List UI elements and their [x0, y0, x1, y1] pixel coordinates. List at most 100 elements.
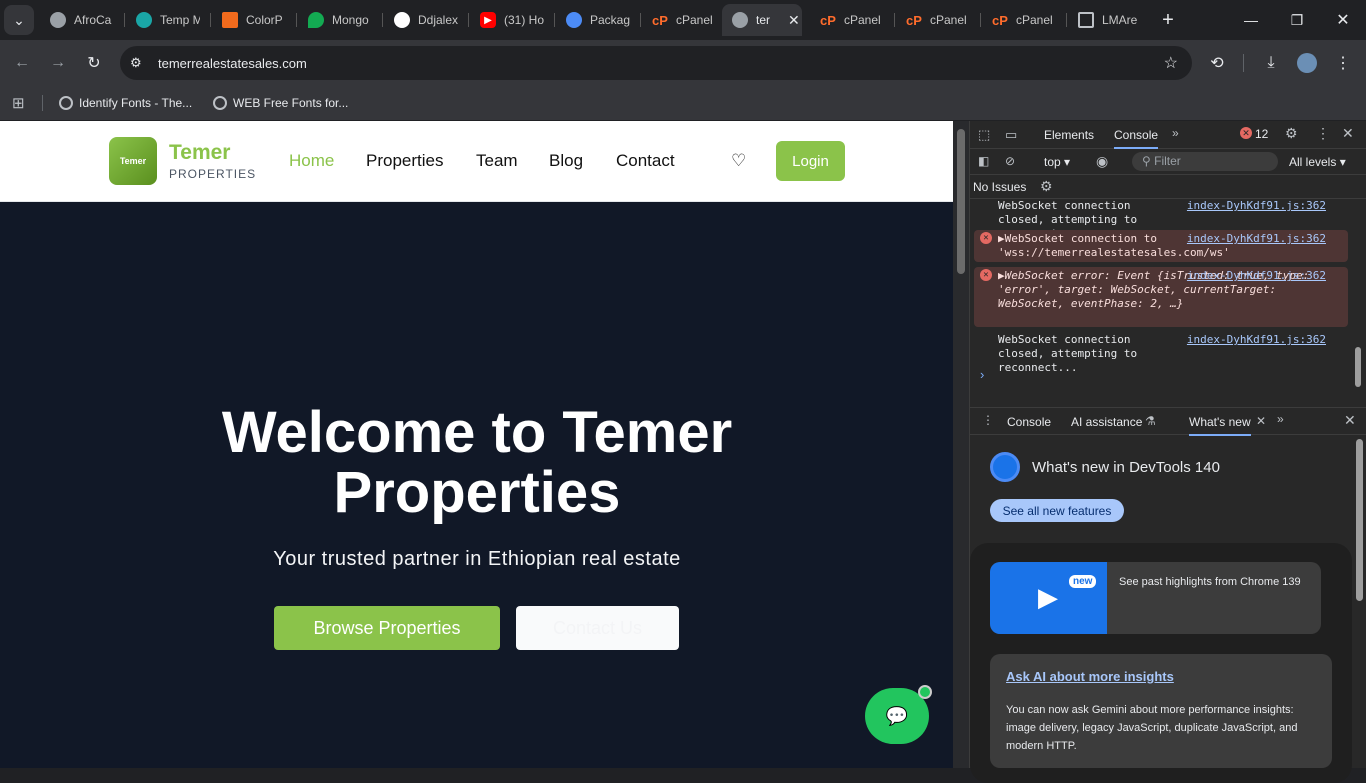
table-icon	[1078, 12, 1094, 28]
ai-insights-link[interactable]: Ask AI about more insights	[1006, 669, 1174, 684]
browser-tab-active[interactable]: ter ✕	[722, 4, 802, 36]
live-expression-eye-icon[interactable]: ◉	[1096, 153, 1108, 170]
console-scrollbar[interactable]	[1353, 205, 1363, 395]
highlights-card[interactable]: ▶ new See past highlights from Chrome 13…	[990, 562, 1321, 634]
console-message[interactable]: index-DyhKdf91.js:362 WebSocket connecti…	[974, 199, 1348, 240]
restore-button[interactable]: ❐	[1274, 0, 1320, 40]
log-levels-dropdown[interactable]: All levels ▾	[1289, 155, 1346, 169]
nav-properties[interactable]: Properties	[366, 151, 443, 171]
tab-console[interactable]: Console	[1114, 128, 1159, 149]
error-count[interactable]: 12	[1255, 127, 1268, 141]
scrollbar-thumb[interactable]	[1356, 439, 1363, 601]
bookmark-item[interactable]: WEB Free Fonts for...	[213, 93, 348, 113]
more-vertical-icon[interactable]: ⋮	[1316, 125, 1330, 142]
more-tabs-icon[interactable]: »	[1277, 412, 1284, 426]
scrollbar-thumb[interactable]	[1355, 347, 1361, 387]
downloads-button[interactable]: ⤓	[1258, 50, 1284, 76]
console-message[interactable]: index-DyhKdf91.js:362 WebSocket connecti…	[974, 333, 1348, 374]
apps-button[interactable]: ⊞	[12, 93, 25, 113]
issues-status[interactable]: No Issues	[973, 180, 1026, 194]
favorites-heart-icon[interactable]: ♡	[731, 151, 746, 171]
browser-tab[interactable]: ▶ (31) Ho	[470, 4, 554, 36]
globe-icon	[50, 12, 66, 28]
contact-us-button[interactable]: Contact Us	[516, 606, 679, 650]
device-toolbar-icon[interactable]: ▭	[1005, 127, 1017, 143]
site-info-icon[interactable]: ⚙	[130, 55, 146, 71]
brand-name[interactable]: Temer	[169, 141, 230, 165]
browser-tab[interactable]: ColorP	[212, 4, 296, 36]
console-prompt-icon[interactable]: ›	[980, 367, 984, 382]
browser-tab[interactable]: Ddjalex	[384, 4, 468, 36]
close-tab-icon[interactable]: ✕	[788, 12, 800, 29]
chat-status-dot	[918, 685, 932, 699]
nav-contact[interactable]: Contact	[616, 151, 675, 171]
play-icon: ▶	[1038, 582, 1058, 612]
login-button[interactable]: Login	[776, 141, 845, 181]
see-all-features-button[interactable]: See all new features	[990, 499, 1124, 522]
close-window-button[interactable]: ✕	[1320, 0, 1366, 40]
drawer-tab-ai-assistance[interactable]: AI assistance	[1071, 415, 1142, 429]
browser-tab[interactable]: cP cPanel	[642, 4, 722, 36]
tab-search-button[interactable]: ⌄	[4, 5, 34, 35]
colorpicker-icon	[222, 12, 238, 28]
inspect-element-icon[interactable]: ⬚	[978, 127, 990, 143]
menu-button[interactable]: ⋮	[1330, 50, 1356, 76]
log-source-link[interactable]: index-DyhKdf91.js:362	[1187, 232, 1326, 246]
browser-tab-bar: ⌄ AfroCa Temp M ColorP Mongo Ddjalex ▶ (3…	[0, 0, 1366, 40]
reload-icon: ↻	[87, 55, 101, 72]
toolbar-divider	[1243, 54, 1244, 72]
arrow-left-icon: ←	[14, 54, 30, 71]
log-source-link[interactable]: index-DyhKdf91.js:362	[1187, 199, 1326, 213]
browser-tab[interactable]: cP cPanel	[982, 4, 1066, 36]
log-source-link[interactable]: index-DyhKdf91.js:362	[1187, 269, 1326, 283]
minimize-button[interactable]: —	[1228, 0, 1274, 40]
forward-button[interactable]: →	[45, 50, 71, 76]
apps-grid-icon: ⊞	[12, 95, 25, 112]
close-tab-icon[interactable]: ✕	[1256, 414, 1266, 428]
log-source-link[interactable]: index-DyhKdf91.js:362	[1187, 333, 1326, 347]
drawer-tab-whats-new[interactable]: What's new	[1189, 415, 1251, 436]
browser-tab[interactable]: cP cPanel	[896, 4, 980, 36]
browser-tab[interactable]: LMAre	[1068, 4, 1152, 36]
tab-elements[interactable]: Elements	[1044, 128, 1094, 142]
scrollbar-thumb[interactable]	[957, 129, 965, 274]
drawer-menu-icon[interactable]: ⋮	[982, 413, 994, 427]
browser-tab[interactable]: AfroCa	[40, 4, 124, 36]
console-settings-gear-icon[interactable]: ⚙	[1040, 178, 1053, 195]
site-logo[interactable]: Temer	[109, 137, 157, 185]
more-tabs-icon[interactable]: »	[1172, 126, 1179, 140]
console-filter-input[interactable]: ⚲ Filter	[1132, 152, 1278, 171]
browser-tab[interactable]: cP cPanel	[810, 4, 894, 36]
browse-properties-button[interactable]: Browse Properties	[274, 606, 500, 650]
tab-separator	[1066, 13, 1067, 27]
close-devtools-icon[interactable]: ✕	[1342, 125, 1354, 142]
browser-tab[interactable]: Temp M	[126, 4, 210, 36]
nav-home[interactable]: Home	[289, 151, 334, 171]
console-error-message[interactable]: ✕ index-DyhKdf91.js:362 ▶WebSocket error…	[974, 267, 1348, 327]
avatar	[1297, 53, 1317, 73]
new-tab-button[interactable]: +	[1145, 0, 1191, 40]
tab-separator	[980, 13, 981, 27]
page-scrollbar[interactable]	[953, 121, 969, 768]
settings-gear-icon[interactable]: ⚙	[1285, 125, 1298, 142]
nav-blog[interactable]: Blog	[549, 151, 583, 171]
address-bar[interactable]: ⚙ temerrealestatesales.com ☆	[120, 46, 1192, 80]
profile-button[interactable]	[1294, 50, 1320, 76]
back-button[interactable]: ←	[9, 50, 35, 76]
browser-tab[interactable]: Packag	[556, 4, 640, 36]
drawer-scrollbar[interactable]	[1351, 435, 1366, 768]
reload-button[interactable]: ↻	[81, 50, 107, 76]
console-error-message[interactable]: ✕ index-DyhKdf91.js:362 ▶WebSocket conne…	[974, 230, 1348, 262]
nav-team[interactable]: Team	[476, 151, 518, 171]
bookmark-item[interactable]: Identify Fonts - The...	[59, 93, 192, 113]
close-drawer-icon[interactable]: ✕	[1344, 412, 1356, 429]
drawer-tab-console[interactable]: Console	[1007, 415, 1051, 429]
url-text[interactable]: temerrealestatesales.com	[158, 56, 307, 71]
bookmark-star-icon[interactable]: ☆	[1164, 53, 1178, 73]
sidebar-toggle-icon[interactable]: ◧	[978, 154, 989, 168]
browser-tab[interactable]: Mongo	[298, 4, 382, 36]
clear-console-icon[interactable]: ⊘	[1005, 154, 1015, 168]
history-button[interactable]: ⟲	[1204, 50, 1230, 76]
context-selector[interactable]: top ▾	[1044, 155, 1070, 169]
devtools-tab-bar: ⬚ ▭ Elements Console » ✕ 12 ⚙ ⋮ ✕	[970, 121, 1366, 149]
